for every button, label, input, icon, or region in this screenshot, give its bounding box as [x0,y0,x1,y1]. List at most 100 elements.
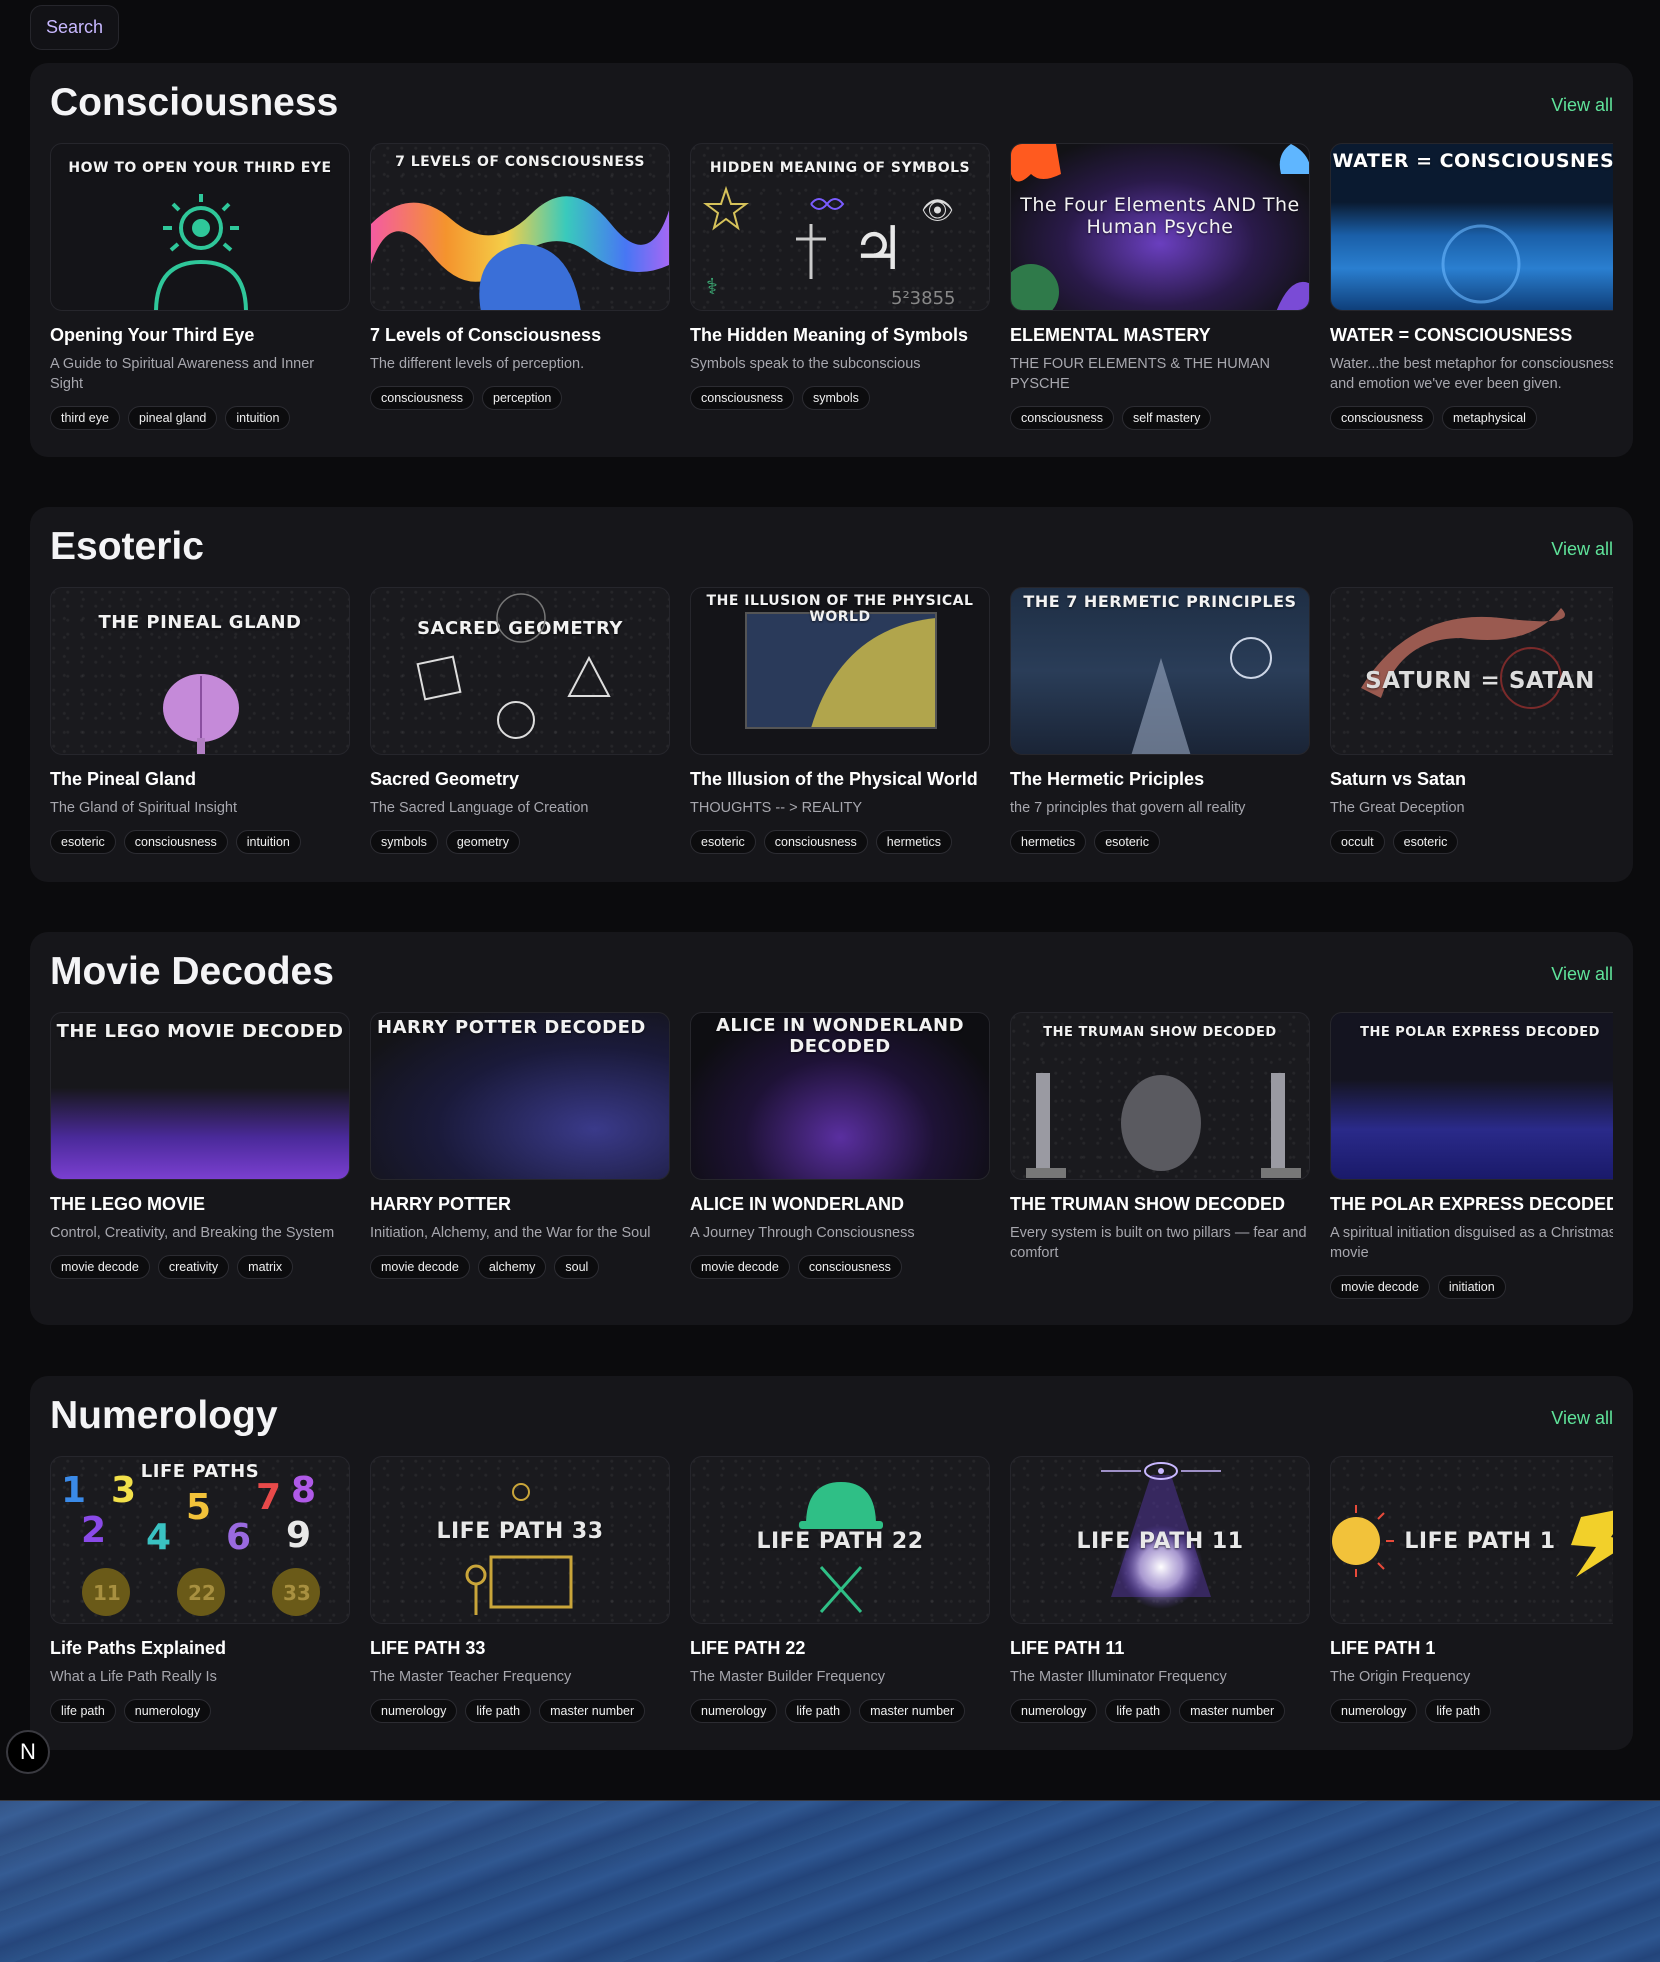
tag[interactable]: numerology [1330,1699,1418,1723]
card[interactable]: SATURN = SATAN Saturn vs Satan The Great… [1330,587,1613,854]
card-thumbnail[interactable]: THE ILLUSION OF THE PHYSICAL WORLD [690,587,990,755]
card-title[interactable]: HARRY POTTER [370,1194,670,1215]
tag[interactable]: soul [554,1255,600,1279]
tag[interactable]: master number [859,1699,966,1723]
tag[interactable]: geometry [445,830,520,854]
card-title[interactable]: Opening Your Third Eye [50,325,350,346]
card[interactable]: The Four Elements AND The Human Psyche E… [1010,143,1310,430]
tag[interactable]: numerology [1010,1699,1098,1723]
card-thumbnail[interactable]: The Four Elements AND The Human Psyche [1010,143,1310,311]
view-all-link[interactable]: View all [1551,964,1613,985]
card-thumbnail[interactable]: SATURN = SATAN [1330,587,1613,755]
tag[interactable]: consciousness [123,830,228,854]
card-thumbnail[interactable]: HARRY POTTER DECODED [370,1012,670,1180]
tag[interactable]: metaphysical [1442,406,1537,430]
card-title[interactable]: The Hermetic Priciples [1010,769,1310,790]
tag[interactable]: consciousness [370,386,474,410]
tag[interactable]: consciousness [1330,406,1434,430]
card-thumbnail[interactable]: HIDDEN MEANING OF SYMBOLS ♃ 👁 5²3855 ⚕ [690,143,990,311]
card-thumbnail[interactable]: WATER = CONSCIOUSNESS [1330,143,1613,311]
card-title[interactable]: Life Paths Explained [50,1638,350,1659]
card-thumbnail[interactable]: LIFE PATH 33 [370,1456,670,1624]
card[interactable]: THE TRUMAN SHOW DECODED THE TRUMAN SHOW … [1010,1012,1310,1263]
card-thumbnail[interactable]: 7 LEVELS OF CONSCIOUSNESS [370,143,670,311]
card[interactable]: THE POLAR EXPRESS DECODED THE POLAR EXPR… [1330,1012,1613,1299]
card-title[interactable]: The Pineal Gland [50,769,350,790]
card-thumbnail[interactable]: LIFE PATHS 13 24 56 78 9 11 22 33 [50,1456,350,1624]
card[interactable]: HARRY POTTER DECODED HARRY POTTER Initia… [370,1012,670,1279]
tag[interactable]: life path [1425,1699,1492,1723]
tag[interactable]: life path [465,1699,532,1723]
card-thumbnail[interactable]: LIFE PATH 11 [1010,1456,1310,1624]
tag[interactable]: symbols [370,830,438,854]
tag[interactable]: perception [482,386,563,410]
tag[interactable]: movie decode [1330,1275,1430,1299]
tag[interactable]: third eye [50,406,120,430]
card-thumbnail[interactable]: SACRED GEOMETRY [370,587,670,755]
tag[interactable]: intuition [225,406,291,430]
tag[interactable]: intuition [235,830,301,854]
card-title[interactable]: ALICE IN WONDERLAND [690,1194,990,1215]
card-thumbnail[interactable]: THE TRUMAN SHOW DECODED [1010,1012,1310,1180]
n-badge[interactable]: N [6,1730,50,1774]
card[interactable]: LIFE PATH 11 LIFE PATH 11 The Master Ill… [1010,1456,1310,1723]
tag[interactable]: consciousness [763,830,868,854]
card-title[interactable]: Saturn vs Satan [1330,769,1613,790]
tag[interactable]: self mastery [1122,406,1212,430]
card[interactable]: HOW TO OPEN YOUR THIRD EYE Opening Your … [50,143,350,430]
card[interactable]: LIFE PATHS 13 24 56 78 9 11 22 33 Life P… [50,1456,350,1723]
card-thumbnail[interactable]: HOW TO OPEN YOUR THIRD EYE [50,143,350,311]
tag[interactable]: movie decode [690,1255,790,1279]
card[interactable]: LIFE PATH 1 LIFE PATH 1 The Origin Frequ… [1330,1456,1613,1723]
card-title[interactable]: WATER = CONSCIOUSNESS [1330,325,1613,346]
card-title[interactable]: LIFE PATH 22 [690,1638,990,1659]
card-thumbnail[interactable]: LIFE PATH 1 [1330,1456,1613,1624]
card-thumbnail[interactable]: ALICE IN WONDERLAND DECODED [690,1012,990,1180]
card[interactable]: ALICE IN WONDERLAND DECODED ALICE IN WON… [690,1012,990,1279]
card-title[interactable]: LIFE PATH 33 [370,1638,670,1659]
tag[interactable]: esoteric [50,830,116,854]
card-thumbnail[interactable]: THE 7 HERMETIC PRINCIPLES [1010,587,1310,755]
card-thumbnail[interactable]: LIFE PATH 22 [690,1456,990,1624]
tag[interactable]: alchemy [477,1255,547,1279]
card-title[interactable]: Sacred Geometry [370,769,670,790]
tag[interactable]: numerology [690,1699,778,1723]
card[interactable]: LIFE PATH 33 LIFE PATH 33 The Master Tea… [370,1456,670,1723]
card[interactable]: THE LEGO MOVIE DECODED THE LEGO MOVIE Co… [50,1012,350,1279]
tag[interactable]: consciousness [690,386,794,410]
tag[interactable]: movie decode [370,1255,470,1279]
card[interactable]: LIFE PATH 22 LIFE PATH 22 The Master Bui… [690,1456,990,1723]
card-thumbnail[interactable]: THE POLAR EXPRESS DECODED [1330,1012,1613,1180]
tag[interactable]: life path [785,1699,852,1723]
card[interactable]: 7 LEVELS OF CONSCIOUSNESS 7 Levels of Co… [370,143,670,410]
card-title[interactable]: The Illusion of the Physical World [690,769,990,790]
card-title[interactable]: THE TRUMAN SHOW DECODED [1010,1194,1310,1215]
tag[interactable]: life path [1105,1699,1172,1723]
tag[interactable]: master number [539,1699,646,1723]
tag[interactable]: symbols [802,386,870,410]
tag[interactable]: esoteric [690,830,756,854]
tag[interactable]: numerology [123,1699,212,1723]
card-title[interactable]: ELEMENTAL MASTERY [1010,325,1310,346]
card[interactable]: HIDDEN MEANING OF SYMBOLS ♃ 👁 5²3855 ⚕ T… [690,143,990,410]
tag[interactable]: numerology [370,1699,458,1723]
card-title[interactable]: The Hidden Meaning of Symbols [690,325,990,346]
tag[interactable]: hermetics [1010,830,1087,854]
tag[interactable]: occult [1330,830,1385,854]
tag[interactable]: consciousness [797,1255,902,1279]
view-all-link[interactable]: View all [1551,539,1613,560]
card-title[interactable]: THE POLAR EXPRESS DECODED [1330,1194,1613,1215]
card-thumbnail[interactable]: THE PINEAL GLAND [50,587,350,755]
tag[interactable]: consciousness [1010,406,1114,430]
card[interactable]: WATER = CONSCIOUSNESS WATER = CONSCIOUSN… [1330,143,1613,430]
card-thumbnail[interactable]: THE LEGO MOVIE DECODED [50,1012,350,1180]
tag[interactable]: initiation [1437,1275,1506,1299]
card[interactable]: THE ILLUSION OF THE PHYSICAL WORLD The I… [690,587,990,854]
tag[interactable]: creativity [157,1255,230,1279]
card-title[interactable]: LIFE PATH 11 [1010,1638,1310,1659]
view-all-link[interactable]: View all [1551,1408,1613,1429]
card[interactable]: SACRED GEOMETRY Sacred Geometry The Sacr… [370,587,670,854]
card[interactable]: THE 7 HERMETIC PRINCIPLES The Hermetic P… [1010,587,1310,854]
search-button[interactable]: Search [30,5,120,50]
tag[interactable]: life path [50,1699,116,1723]
